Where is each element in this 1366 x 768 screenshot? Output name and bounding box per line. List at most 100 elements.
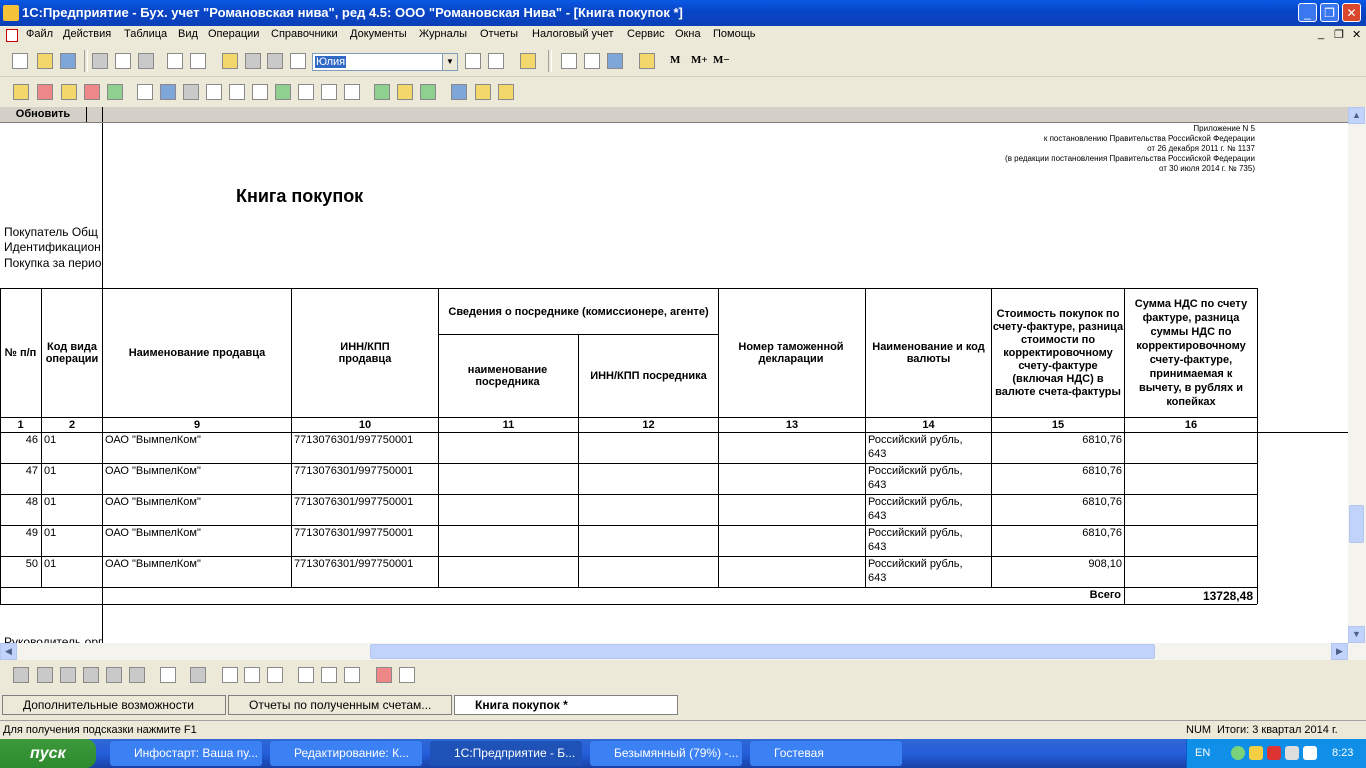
task-1c[interactable]: 1С:Предприятие - Б... [430,741,582,766]
globe-icon[interactable] [451,84,467,100]
ole-icon[interactable] [106,667,122,683]
tab-additional[interactable]: Дополнительные возможности [2,695,226,715]
tray-icon-5[interactable] [1303,746,1317,760]
mdi-close-button[interactable]: ✕ [1352,28,1361,41]
task-folder[interactable]: Гостевая [750,741,902,766]
bracket-left-icon[interactable] [222,667,238,683]
tools-icon[interactable] [475,84,491,100]
print-icon[interactable] [167,53,183,69]
open-icon[interactable] [37,53,53,69]
vertical-scrollbar[interactable]: ▲ ▼ [1348,107,1366,643]
tab-purchase-book[interactable]: Книга покупок * [454,695,678,715]
undo-icon[interactable] [245,53,261,69]
save-icon[interactable] [60,53,76,69]
chevron-down-icon[interactable]: ▼ [442,54,457,70]
operations-icon[interactable] [37,84,53,100]
tray-icon-3[interactable] [1267,746,1281,760]
journal-icon[interactable] [639,53,655,69]
tray-icon-4[interactable] [1285,746,1299,760]
ruler-icon[interactable] [344,667,360,683]
tray-icon-2[interactable] [1249,746,1263,760]
menu-windows[interactable]: Окна [675,28,701,40]
start-button[interactable]: пуск [0,739,96,768]
table-grid-icon[interactable] [399,667,415,683]
documents-icon[interactable] [61,84,77,100]
report-icon-9[interactable] [321,84,337,100]
align-icon[interactable] [267,667,283,683]
memory-button[interactable]: M [670,54,680,66]
group-icon[interactable] [190,667,206,683]
new-icon[interactable] [12,53,28,69]
paste-icon[interactable] [138,53,154,69]
pointer-icon[interactable] [160,667,176,683]
picture-icon[interactable] [83,667,99,683]
bracket-right-icon[interactable] [244,667,260,683]
refresh-button[interactable]: Обновить [2,108,84,121]
scroll-right-button[interactable]: ▶ [1331,643,1348,660]
scroll-left-button[interactable]: ◀ [0,643,17,660]
menu-view[interactable]: Вид [178,28,198,40]
report-icon-6[interactable] [252,84,268,100]
task-infostart[interactable]: Инфостарт: Ваша пу... [110,741,262,766]
text-icon[interactable] [60,667,76,683]
tray-icon-1[interactable] [1231,746,1245,760]
report-icon-5[interactable] [229,84,245,100]
export-icon[interactable] [498,84,514,100]
reference-icon[interactable] [607,53,623,69]
mdi-minimize-button[interactable]: _ [1318,28,1324,40]
cut-icon[interactable] [92,53,108,69]
report-icon-1[interactable] [137,84,153,100]
line-icon[interactable] [13,667,29,683]
report-icon-2[interactable] [160,84,176,100]
minimize-button[interactable]: _ [1298,3,1317,22]
menu-file[interactable]: Файл [26,28,53,40]
mdi-restore-button[interactable]: ❐ [1334,28,1344,41]
close-button[interactable]: ✕ [1342,3,1361,22]
no-grid-icon[interactable] [376,667,392,683]
scroll-down-button[interactable]: ▼ [1348,626,1365,643]
print-preview-icon[interactable] [190,53,206,69]
redo-icon[interactable] [267,53,283,69]
scroll-up-button[interactable]: ▲ [1348,107,1365,124]
calculator-icon[interactable] [561,53,577,69]
grid-icon-1[interactable] [298,667,314,683]
calendar-icon[interactable] [584,53,600,69]
task-paint[interactable]: Безымянный (79%) -... [590,741,742,766]
copy-icon[interactable] [115,53,131,69]
memory-minus-button[interactable]: M− [713,54,730,66]
scroll-thumb[interactable] [1349,505,1364,543]
menu-reports[interactable]: Отчеты [480,28,518,40]
menu-actions[interactable]: Действия [63,28,111,40]
menu-service[interactable]: Сервис [627,28,665,40]
properties-icon[interactable] [222,53,238,69]
rectangle-icon[interactable] [37,667,53,683]
scroll-thumb[interactable] [370,644,1155,659]
help-icon[interactable] [520,53,536,69]
tab-reports[interactable]: Отчеты по полученным счетам... [228,695,452,715]
report-icon-8[interactable] [298,84,314,100]
memory-plus-button[interactable]: M+ [691,54,708,66]
analysis-icon-2[interactable] [397,84,413,100]
user-combo[interactable]: Юлия ▼ [312,53,458,71]
report-icon-3[interactable] [183,84,199,100]
find-next-icon[interactable] [465,53,481,69]
menu-operations[interactable]: Операции [208,28,259,40]
report-icon-4[interactable] [206,84,222,100]
balance-icon[interactable] [107,84,123,100]
menu-tax[interactable]: Налоговый учет [532,28,614,40]
menu-table[interactable]: Таблица [124,28,167,40]
grid-icon-2[interactable] [321,667,337,683]
chart-icon[interactable] [129,667,145,683]
menu-help[interactable]: Помощь [713,28,756,40]
analysis-icon-1[interactable] [374,84,390,100]
report-icon-10[interactable] [344,84,360,100]
entries-icon[interactable] [84,84,100,100]
menu-references[interactable]: Справочники [271,28,338,40]
report-icon-7[interactable] [275,84,291,100]
menu-documents[interactable]: Документы [350,28,407,40]
maximize-button[interactable]: ❐ [1320,3,1339,22]
find-icon[interactable] [290,53,306,69]
chart-of-accounts-icon[interactable] [13,84,29,100]
task-editor[interactable]: Редактирование: К... [270,741,422,766]
clock[interactable]: 8:23 [1332,747,1353,759]
